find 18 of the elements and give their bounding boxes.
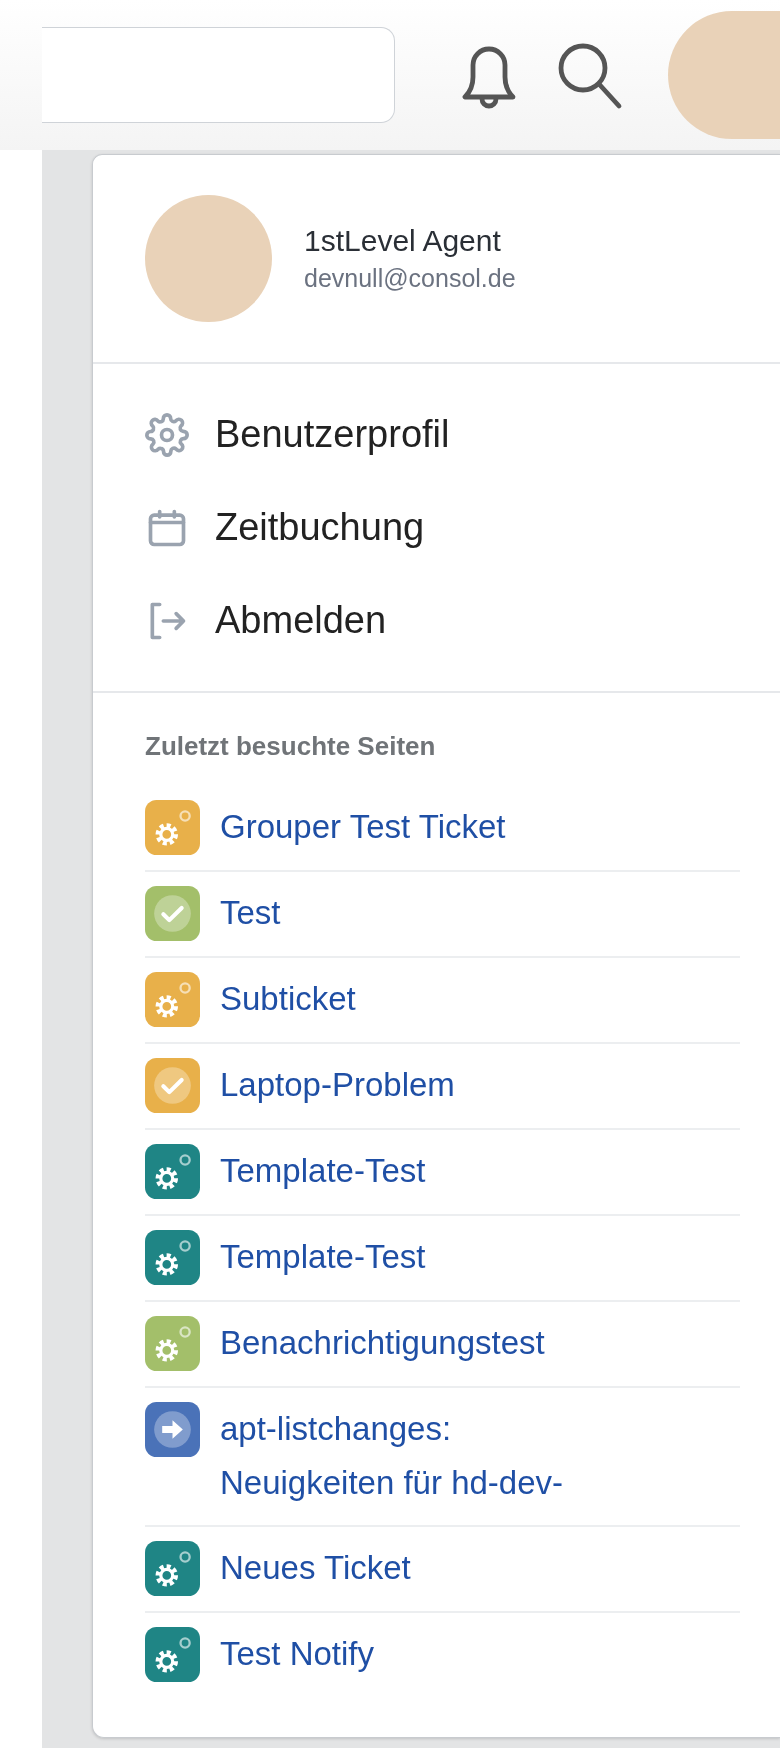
recent-page-link[interactable]: Subticket (220, 972, 356, 1026)
menu-item[interactable]: Benutzerprofil (145, 388, 450, 481)
settings-icon (145, 412, 189, 457)
recent-page-link[interactable]: Test Notify (220, 1627, 375, 1681)
recent-page-link[interactable]: Laptop-Problem (220, 1058, 455, 1112)
recent-page-link[interactable]: Neues Ticket (220, 1541, 411, 1595)
menu-item[interactable]: Abmelden (145, 574, 387, 667)
section-title: Zuletzt besuchte Seiten (145, 731, 437, 762)
user-name: 1stLevel Agent (304, 224, 502, 258)
recent-page-link[interactable]: Test (220, 886, 281, 940)
recent-page-link[interactable]: Template-Test (220, 1230, 426, 1284)
search-field[interactable] (42, 27, 395, 123)
recent-page-link[interactable]: Benachrichtigungstest (220, 1316, 545, 1370)
menu-item[interactable]: Zeitbuchung (145, 481, 425, 574)
recent-page-link[interactable]: Grouper Test Ticket (220, 800, 506, 854)
recent-page-link[interactable]: Template-Test (220, 1144, 426, 1198)
user-email: devnull@consol.de (304, 264, 516, 293)
recent-page-link[interactable]: apt-listchanges: Neuigkeiten für hd-dev- (220, 1402, 615, 1510)
